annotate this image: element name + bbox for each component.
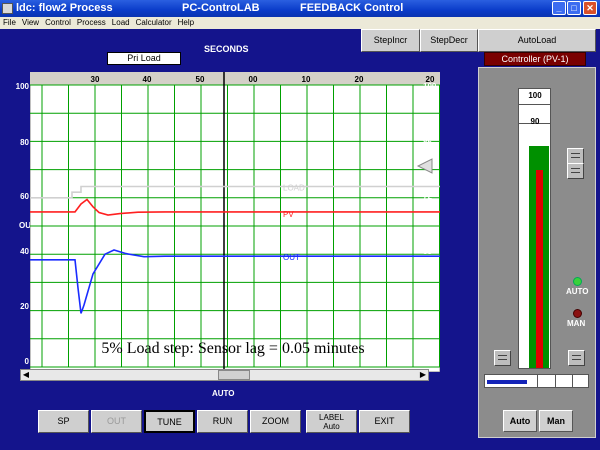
right-tick-label: 44 (423, 302, 432, 311)
auto-button[interactable]: Auto (503, 410, 537, 432)
menu-file[interactable]: File (0, 17, 19, 27)
step-incr-button[interactable]: StepIncr (361, 29, 420, 52)
menu-process[interactable]: Process (74, 17, 109, 27)
left-tick-label: 60 (20, 192, 29, 201)
trend-chart: 30 40 50 00 10 20 20 LOAD PV OUT 5% Load step: Sen… (29, 71, 467, 377)
app-name: PC-ControLAB (182, 2, 260, 14)
mode-label: AUTO (212, 389, 235, 398)
auto-led-icon (573, 277, 582, 286)
setpoint-value: 90 (530, 117, 540, 126)
out-raise-icon[interactable] (568, 350, 585, 366)
right-tick-label: 86 (423, 138, 432, 147)
out-button[interactable]: OUT (91, 410, 142, 433)
time-scrollbar[interactable]: ◀ ▶ (20, 369, 429, 381)
app-icon (2, 3, 13, 14)
chart-annotation: 5% Load step: Sensor lag = 0.05 minutes (101, 340, 364, 357)
top-tick-label: 40 (143, 75, 152, 84)
scroll-right-icon[interactable]: ▶ (418, 370, 428, 380)
menu-view[interactable]: View (19, 17, 42, 27)
maximize-icon[interactable]: □ (567, 1, 581, 15)
sp-button[interactable]: SP (38, 410, 89, 433)
top-tick-label: 10 (302, 75, 311, 84)
sp-raise-icon[interactable] (567, 148, 584, 164)
plot-area (29, 71, 441, 373)
minimize-icon[interactable]: _ (552, 1, 566, 15)
menu-control[interactable]: Control (42, 17, 74, 27)
out-series-label: OUT (283, 253, 300, 262)
left-tick-label: 20 (20, 302, 29, 311)
scroll-left-icon[interactable]: ◀ (21, 370, 31, 380)
title-bar: ldc: flow2 Process PC-ControLAB FEEDBACK… (0, 0, 600, 17)
auto-led-label: AUTO (566, 287, 589, 296)
exit-button[interactable]: EXIT (359, 410, 410, 433)
output-bar (484, 374, 589, 388)
man-button[interactable]: Man (539, 410, 573, 432)
setpoint-bar (536, 170, 543, 368)
window-title: ldc: flow2 Process (16, 2, 113, 14)
output-bar-fill (487, 380, 528, 384)
seconds-label: SECONDS (204, 44, 249, 54)
left-tick-label: 40 (20, 247, 29, 256)
man-led-label: MAN (567, 319, 586, 328)
left-tick-label: 100 (15, 82, 29, 91)
menu-help[interactable]: Help (175, 17, 197, 27)
top-tick-label: 20 (355, 75, 364, 84)
left-tick-label: 80 (20, 138, 29, 147)
menu-calculator[interactable]: Calculator (133, 17, 175, 27)
right-tick-label: 100 (423, 82, 437, 91)
tune-button[interactable]: TUNE (144, 410, 195, 433)
label-auto-button[interactable]: LABEL Auto (306, 410, 357, 433)
pri-load-field[interactable]: Pri Load (107, 52, 181, 65)
right-tick-label: 30 (423, 357, 432, 366)
top-tick-label: 00 (249, 75, 258, 84)
zoom-button[interactable]: ZOOM (250, 410, 301, 433)
menu-load[interactable]: Load (109, 17, 133, 27)
right-tick-label: 58 (423, 247, 432, 256)
man-led-icon (573, 309, 582, 318)
trend-chart-svg: 30 40 50 00 10 20 20LOADPVOUT5% Load step: Sen… (29, 71, 467, 373)
auto-load-button[interactable]: AutoLoad (478, 29, 596, 52)
step-decr-button[interactable]: StepDecr (420, 29, 478, 52)
left-tick-label: 0 (24, 357, 29, 366)
run-button[interactable]: RUN (197, 410, 248, 433)
bar-scale-top: 100 (528, 91, 542, 100)
pv-series-label: PV (283, 210, 294, 219)
scroll-thumb[interactable] (218, 370, 250, 380)
out-lower-icon[interactable] (494, 350, 511, 366)
setpoint-pointer-icon (416, 158, 433, 174)
mode-title: FEEDBACK Control (300, 2, 404, 14)
top-tick-label: 30 (91, 75, 100, 84)
top-tick-label: 50 (196, 75, 205, 84)
close-icon[interactable]: ✕ (583, 1, 597, 15)
right-tick-label: 72 (423, 192, 432, 201)
controller-title: Controller (PV-1) (484, 52, 586, 66)
label-button-bottom: Auto (323, 422, 340, 431)
load-series-label: LOAD (283, 184, 305, 193)
menu-bar: File View Control Process Load Calculator Help (0, 17, 600, 29)
sp-lower-icon[interactable] (567, 163, 584, 179)
label-button-top: LABEL (319, 413, 344, 422)
